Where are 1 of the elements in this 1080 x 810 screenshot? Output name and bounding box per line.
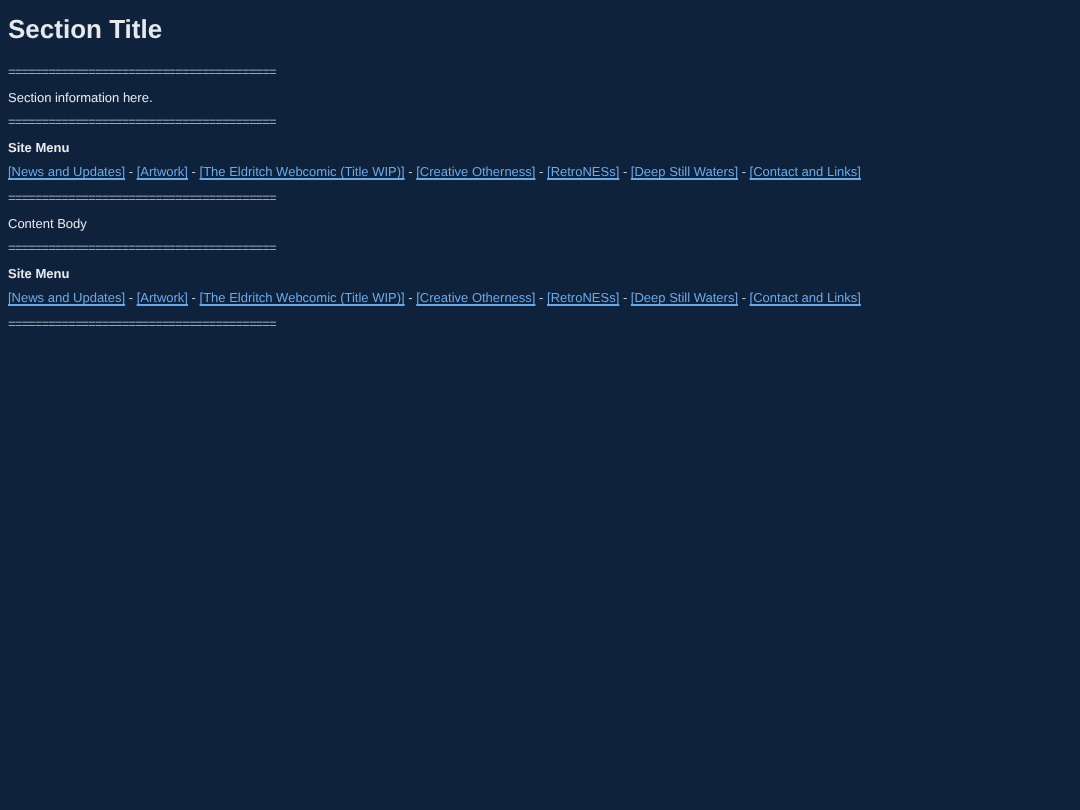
- page-title: Section Title: [8, 14, 165, 46]
